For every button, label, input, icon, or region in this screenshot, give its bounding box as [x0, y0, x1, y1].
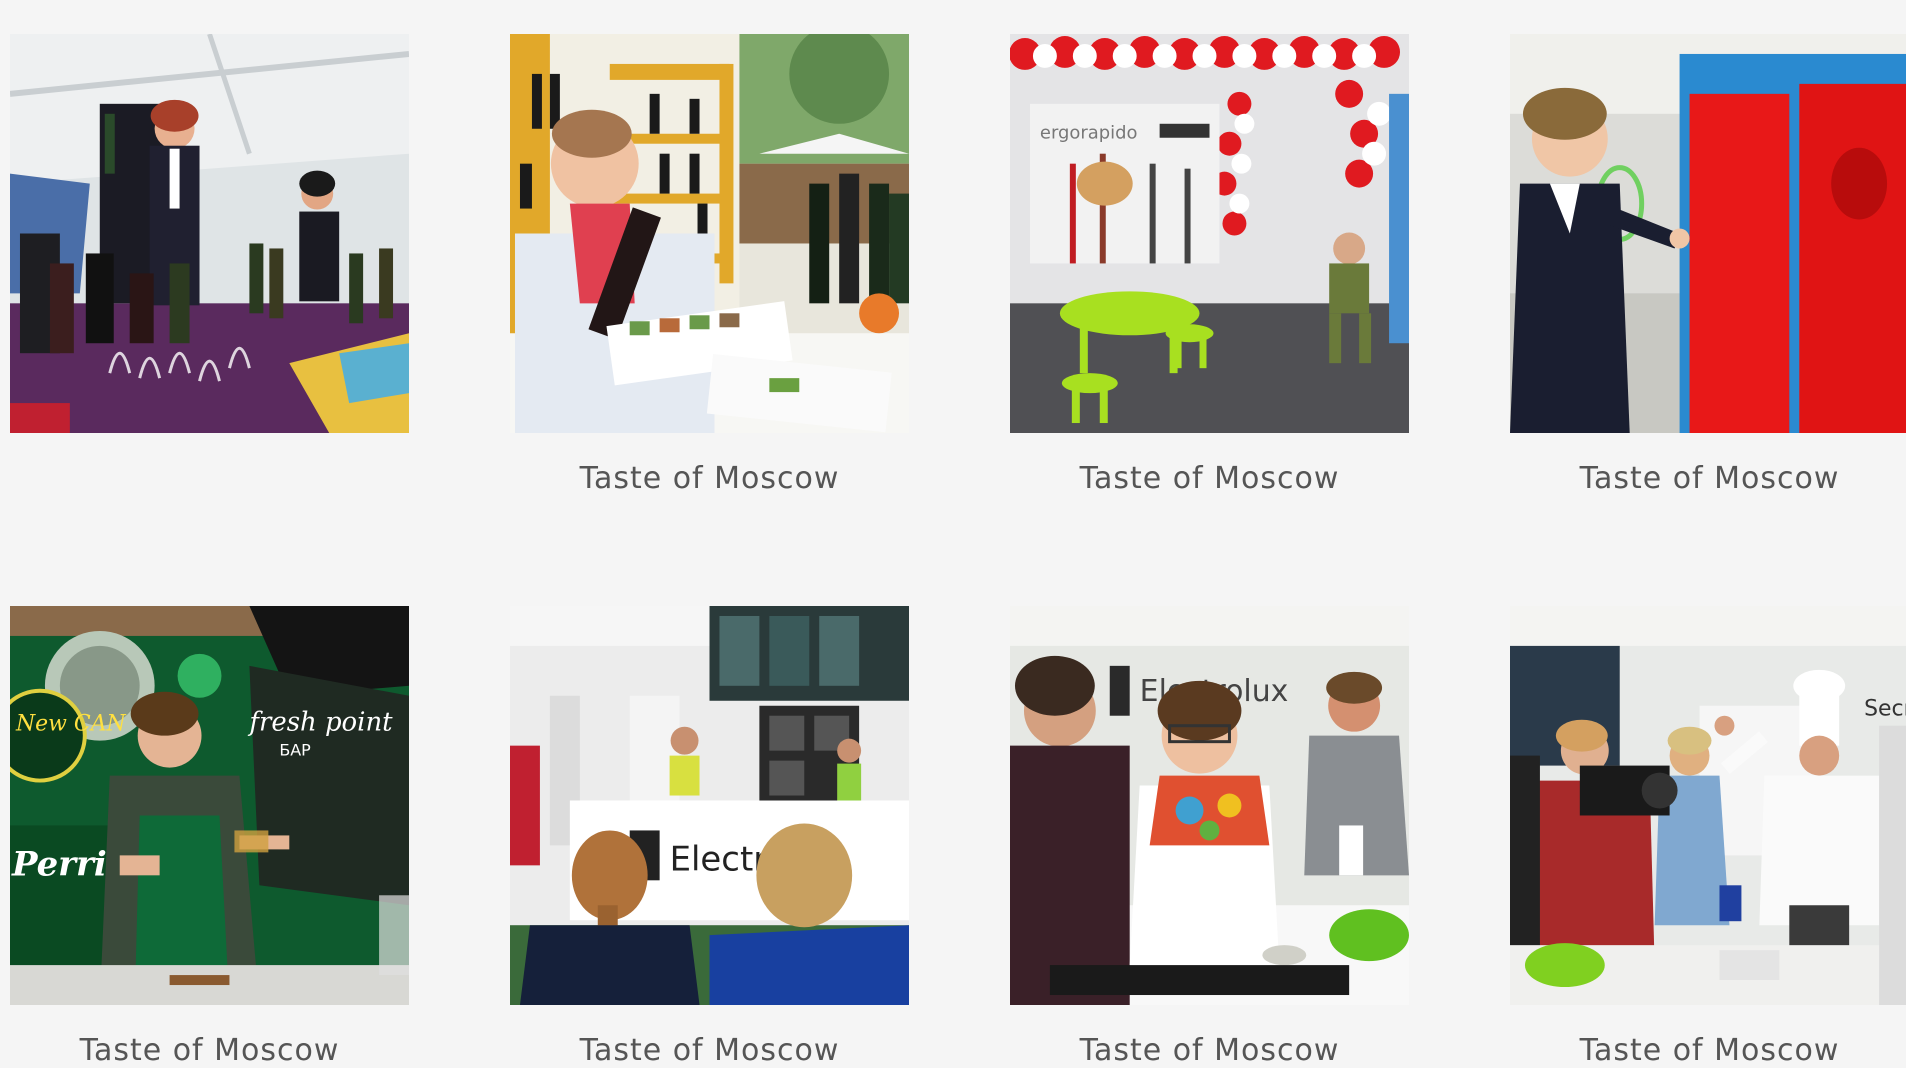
item-caption: Taste of Moscow — [1579, 1033, 1840, 1068]
gallery-item[interactable]: Electrolux Taste of Mo — [1010, 606, 1409, 1068]
balloon-arch-booth-photo[interactable]: ergorapido — [1010, 34, 1409, 433]
gallery-item[interactable] — [10, 34, 409, 461]
item-caption: Taste of Moscow — [1079, 461, 1340, 496]
chef-demo-camera-photo[interactable]: Secret — [1510, 606, 1906, 1005]
electrolux-audience-photo[interactable]: Electr — [510, 606, 909, 1005]
wine-tasting-booth-photo[interactable] — [10, 34, 409, 433]
item-caption: Taste of Moscow — [79, 1033, 340, 1068]
gallery-item[interactable]: Secret — [1510, 606, 1906, 1068]
bar-banner-text: БАР — [279, 741, 311, 760]
electrolux-counter-text: Electr — [670, 839, 768, 878]
gallery-item[interactable]: Taste of Moscow — [510, 34, 909, 496]
photo-gallery: Taste of Moscow ergorapido Taste of Mosc… — [0, 0, 1906, 1068]
red-wall-visitor-photo[interactable] — [1510, 34, 1906, 433]
perrier-bar-photo[interactable]: New CAN fresh point БАР Perrier — [10, 606, 409, 1005]
gallery-item[interactable]: New CAN fresh point БАР Perrier Taste of… — [10, 606, 409, 1068]
gallery-item[interactable]: ergorapido Taste of Moscow — [1010, 34, 1409, 496]
new-can-label: New CAN — [15, 712, 127, 737]
secret-banner-text: Secret — [1864, 697, 1906, 722]
item-caption: Taste of Moscow — [579, 1033, 840, 1068]
item-caption: Taste of Moscow — [1079, 1033, 1340, 1068]
gallery-item[interactable]: Electr Taste of Moscow — [510, 606, 909, 1068]
fresh-point-banner-text: fresh point — [247, 708, 393, 738]
gallery-item[interactable]: Taste of Moscow — [1510, 34, 1906, 496]
ergorapido-banner-text: ergorapido — [1040, 123, 1138, 144]
item-caption: Taste of Moscow — [579, 461, 840, 496]
wine-presenter-photo[interactable] — [510, 34, 909, 433]
cooking-class-women-photo[interactable]: Electrolux — [1010, 606, 1409, 1005]
item-caption: Taste of Moscow — [1579, 461, 1840, 496]
